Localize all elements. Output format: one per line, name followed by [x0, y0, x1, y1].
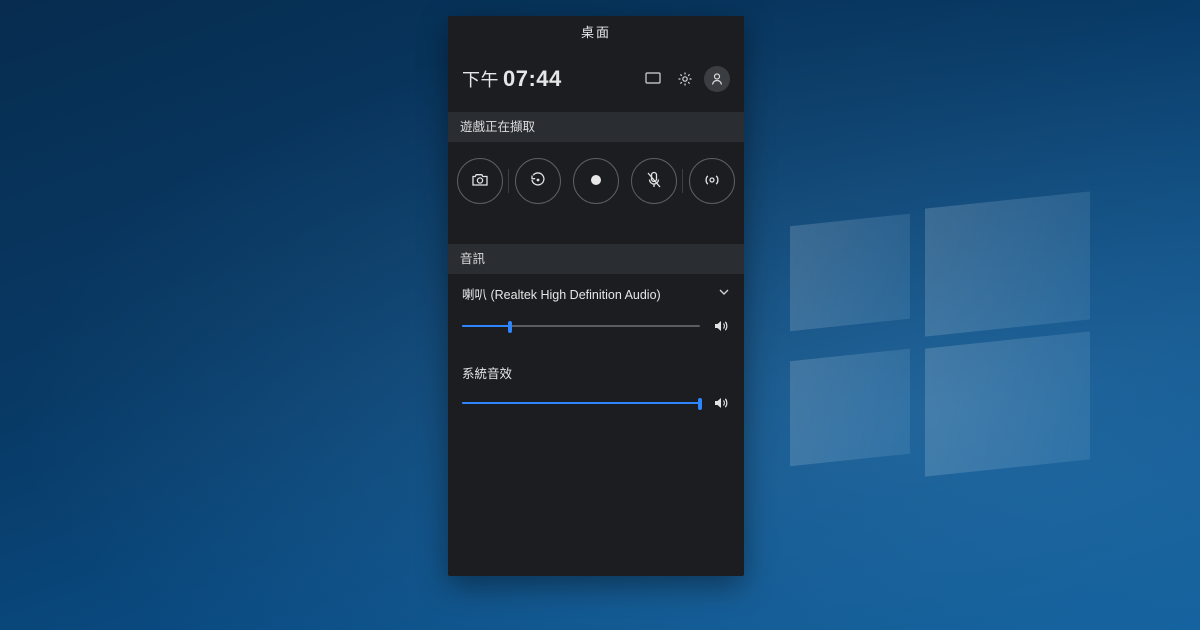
account-button[interactable]: [704, 66, 730, 92]
widgets-button[interactable]: [640, 66, 666, 92]
windows-logo: [790, 200, 1090, 470]
record-last-button[interactable]: [515, 158, 561, 204]
speaker-icon[interactable]: [712, 394, 730, 412]
device-volume-slider[interactable]: [462, 319, 700, 333]
gear-icon: [677, 71, 693, 87]
capture-toolbar: [448, 142, 744, 226]
settings-button[interactable]: [672, 66, 698, 92]
camera-icon: [471, 172, 489, 191]
device-volume-row: [462, 317, 730, 335]
game-bar-panel: 桌面 下午07:44: [448, 16, 744, 576]
chevron-down-icon: [718, 286, 730, 301]
audio-body: 喇叭 (Realtek High Definition Audio) 系統音: [448, 274, 744, 412]
clock-ampm: 下午: [462, 70, 499, 90]
output-device-selector[interactable]: 喇叭 (Realtek High Definition Audio): [462, 284, 730, 303]
monitor-icon: [645, 72, 661, 86]
panel-title: 桌面: [448, 16, 744, 50]
broadcast-icon: [703, 171, 721, 192]
record-button[interactable]: [573, 158, 619, 204]
speaker-icon[interactable]: [712, 317, 730, 335]
person-icon: [710, 72, 724, 86]
mic-toggle-button[interactable]: [631, 158, 677, 204]
system-sounds-label: 系統音效: [462, 363, 730, 382]
capture-heading: 遊戲正在擷取: [448, 112, 744, 142]
output-device-label: 喇叭 (Realtek High Definition Audio): [462, 284, 661, 303]
mic-off-icon: [646, 171, 662, 192]
clock: 下午07:44: [462, 66, 562, 92]
clock-time: 07:44: [503, 66, 562, 91]
panel-header: 下午07:44: [448, 50, 744, 112]
record-icon: [589, 173, 603, 190]
screenshot-button[interactable]: [457, 158, 503, 204]
system-volume-slider[interactable]: [462, 396, 700, 410]
audio-heading: 音訊: [448, 244, 744, 274]
system-volume-row: [462, 394, 730, 412]
replay-icon: [529, 171, 547, 192]
broadcast-button[interactable]: [689, 158, 735, 204]
desktop-background: 桌面 下午07:44: [0, 0, 1200, 630]
